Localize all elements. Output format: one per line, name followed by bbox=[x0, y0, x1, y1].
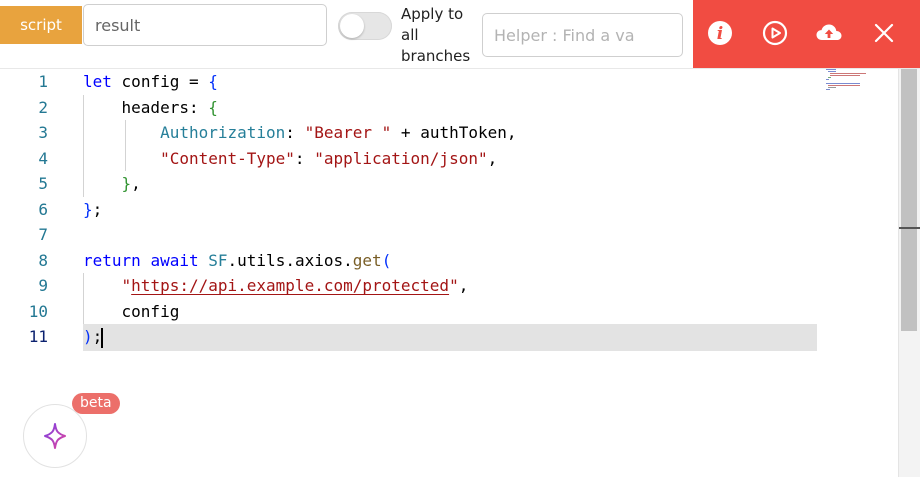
property-key: Authorization bbox=[160, 123, 286, 142]
svg-text:i: i bbox=[717, 24, 723, 44]
string-quote: " bbox=[121, 276, 132, 295]
code-minimap[interactable] bbox=[824, 69, 872, 97]
punctuation: . bbox=[343, 251, 353, 270]
close-button[interactable] bbox=[869, 18, 899, 48]
bracket: } bbox=[83, 200, 93, 219]
code-line: Authorization: "Bearer " + authToken, bbox=[83, 120, 517, 146]
code-line: let config = { bbox=[83, 69, 218, 95]
punctuation: : bbox=[294, 149, 305, 168]
operator: = bbox=[188, 72, 199, 91]
punctuation: , bbox=[506, 123, 517, 142]
punctuation: : bbox=[188, 98, 199, 117]
bracket: { bbox=[208, 72, 218, 91]
code-line: }; bbox=[83, 197, 102, 223]
identifier: config bbox=[121, 72, 180, 91]
code-line: config bbox=[83, 299, 180, 325]
code-line: headers: { bbox=[83, 95, 218, 121]
line-number: 2 bbox=[38, 98, 48, 117]
language-tag: script bbox=[0, 6, 82, 44]
line-number: 9 bbox=[38, 276, 48, 295]
punctuation: , bbox=[131, 174, 141, 193]
identifier: config bbox=[121, 302, 180, 321]
line-number: 1 bbox=[38, 72, 48, 91]
line-number: 3 bbox=[38, 123, 48, 142]
keyword: let bbox=[83, 72, 112, 91]
info-button[interactable]: i bbox=[705, 18, 735, 48]
info-icon: i bbox=[708, 21, 732, 45]
apply-all-label: Apply to all branches bbox=[401, 5, 471, 65]
cloud-upload-icon bbox=[816, 24, 842, 40]
upload-button[interactable] bbox=[814, 18, 844, 48]
apply-all-toggle[interactable] bbox=[338, 12, 392, 40]
punctuation: . bbox=[285, 251, 295, 270]
keyword: await bbox=[150, 251, 199, 270]
result-name-input[interactable] bbox=[83, 4, 327, 46]
line-number: 7 bbox=[38, 225, 48, 244]
line-number-active: 11 bbox=[28, 327, 48, 346]
code-line: return await SF.utils.axios.get( bbox=[83, 248, 391, 274]
string-literal: "application/json" bbox=[314, 149, 488, 168]
line-number: 6 bbox=[38, 200, 48, 219]
bracket: ) bbox=[83, 327, 93, 346]
url-link[interactable]: https://api.example.com/protected bbox=[131, 276, 449, 295]
sparkle-icon bbox=[44, 423, 66, 449]
toggle-knob bbox=[340, 14, 364, 38]
helper-search-input[interactable] bbox=[482, 13, 683, 57]
code-line-active: ); bbox=[83, 324, 102, 350]
code-editor[interactable]: 1 2 3 4 5 6 7 8 9 10 11 let config = { h… bbox=[0, 69, 920, 477]
keyword: return bbox=[83, 251, 141, 270]
vertical-scrollbar[interactable] bbox=[898, 69, 920, 477]
current-line-highlight bbox=[83, 324, 817, 351]
code-line: "Content-Type": "application/json", bbox=[83, 146, 497, 172]
text-cursor bbox=[101, 328, 103, 348]
bracket: ( bbox=[381, 251, 392, 270]
scrollbar-position-marker bbox=[899, 227, 920, 229]
punctuation: ; bbox=[92, 200, 103, 219]
string-literal: "Bearer " bbox=[304, 123, 392, 142]
identifier: axios bbox=[294, 251, 344, 270]
editor-toolbar: script Apply to all branches i bbox=[0, 0, 920, 68]
play-icon bbox=[762, 20, 788, 46]
code-line: "https://api.example.com/protected", bbox=[83, 273, 469, 299]
beta-badge: beta bbox=[72, 393, 120, 414]
string-key: "Content-Type" bbox=[160, 149, 295, 168]
line-number: 8 bbox=[38, 251, 48, 270]
scrollbar-thumb[interactable] bbox=[901, 69, 917, 331]
identifier: authToken bbox=[420, 123, 507, 142]
ai-assistant-button[interactable] bbox=[23, 404, 87, 468]
punctuation: . bbox=[227, 251, 238, 270]
line-number: 5 bbox=[38, 174, 48, 193]
close-icon bbox=[874, 23, 894, 43]
punctuation: : bbox=[285, 123, 295, 142]
string-quote: " bbox=[449, 276, 459, 295]
function-name: get bbox=[352, 251, 382, 270]
identifier: headers bbox=[121, 98, 189, 117]
line-number: 10 bbox=[28, 302, 48, 321]
bracket: { bbox=[208, 98, 218, 117]
operator: + bbox=[400, 123, 411, 142]
line-number: 4 bbox=[38, 149, 48, 168]
identifier: utils bbox=[237, 251, 286, 270]
punctuation: , bbox=[458, 276, 469, 295]
punctuation: , bbox=[487, 149, 498, 168]
identifier: SF bbox=[208, 251, 228, 270]
bracket: } bbox=[121, 174, 132, 193]
action-bar: i bbox=[693, 0, 920, 68]
run-button[interactable] bbox=[760, 18, 790, 48]
code-line: }, bbox=[83, 171, 141, 197]
